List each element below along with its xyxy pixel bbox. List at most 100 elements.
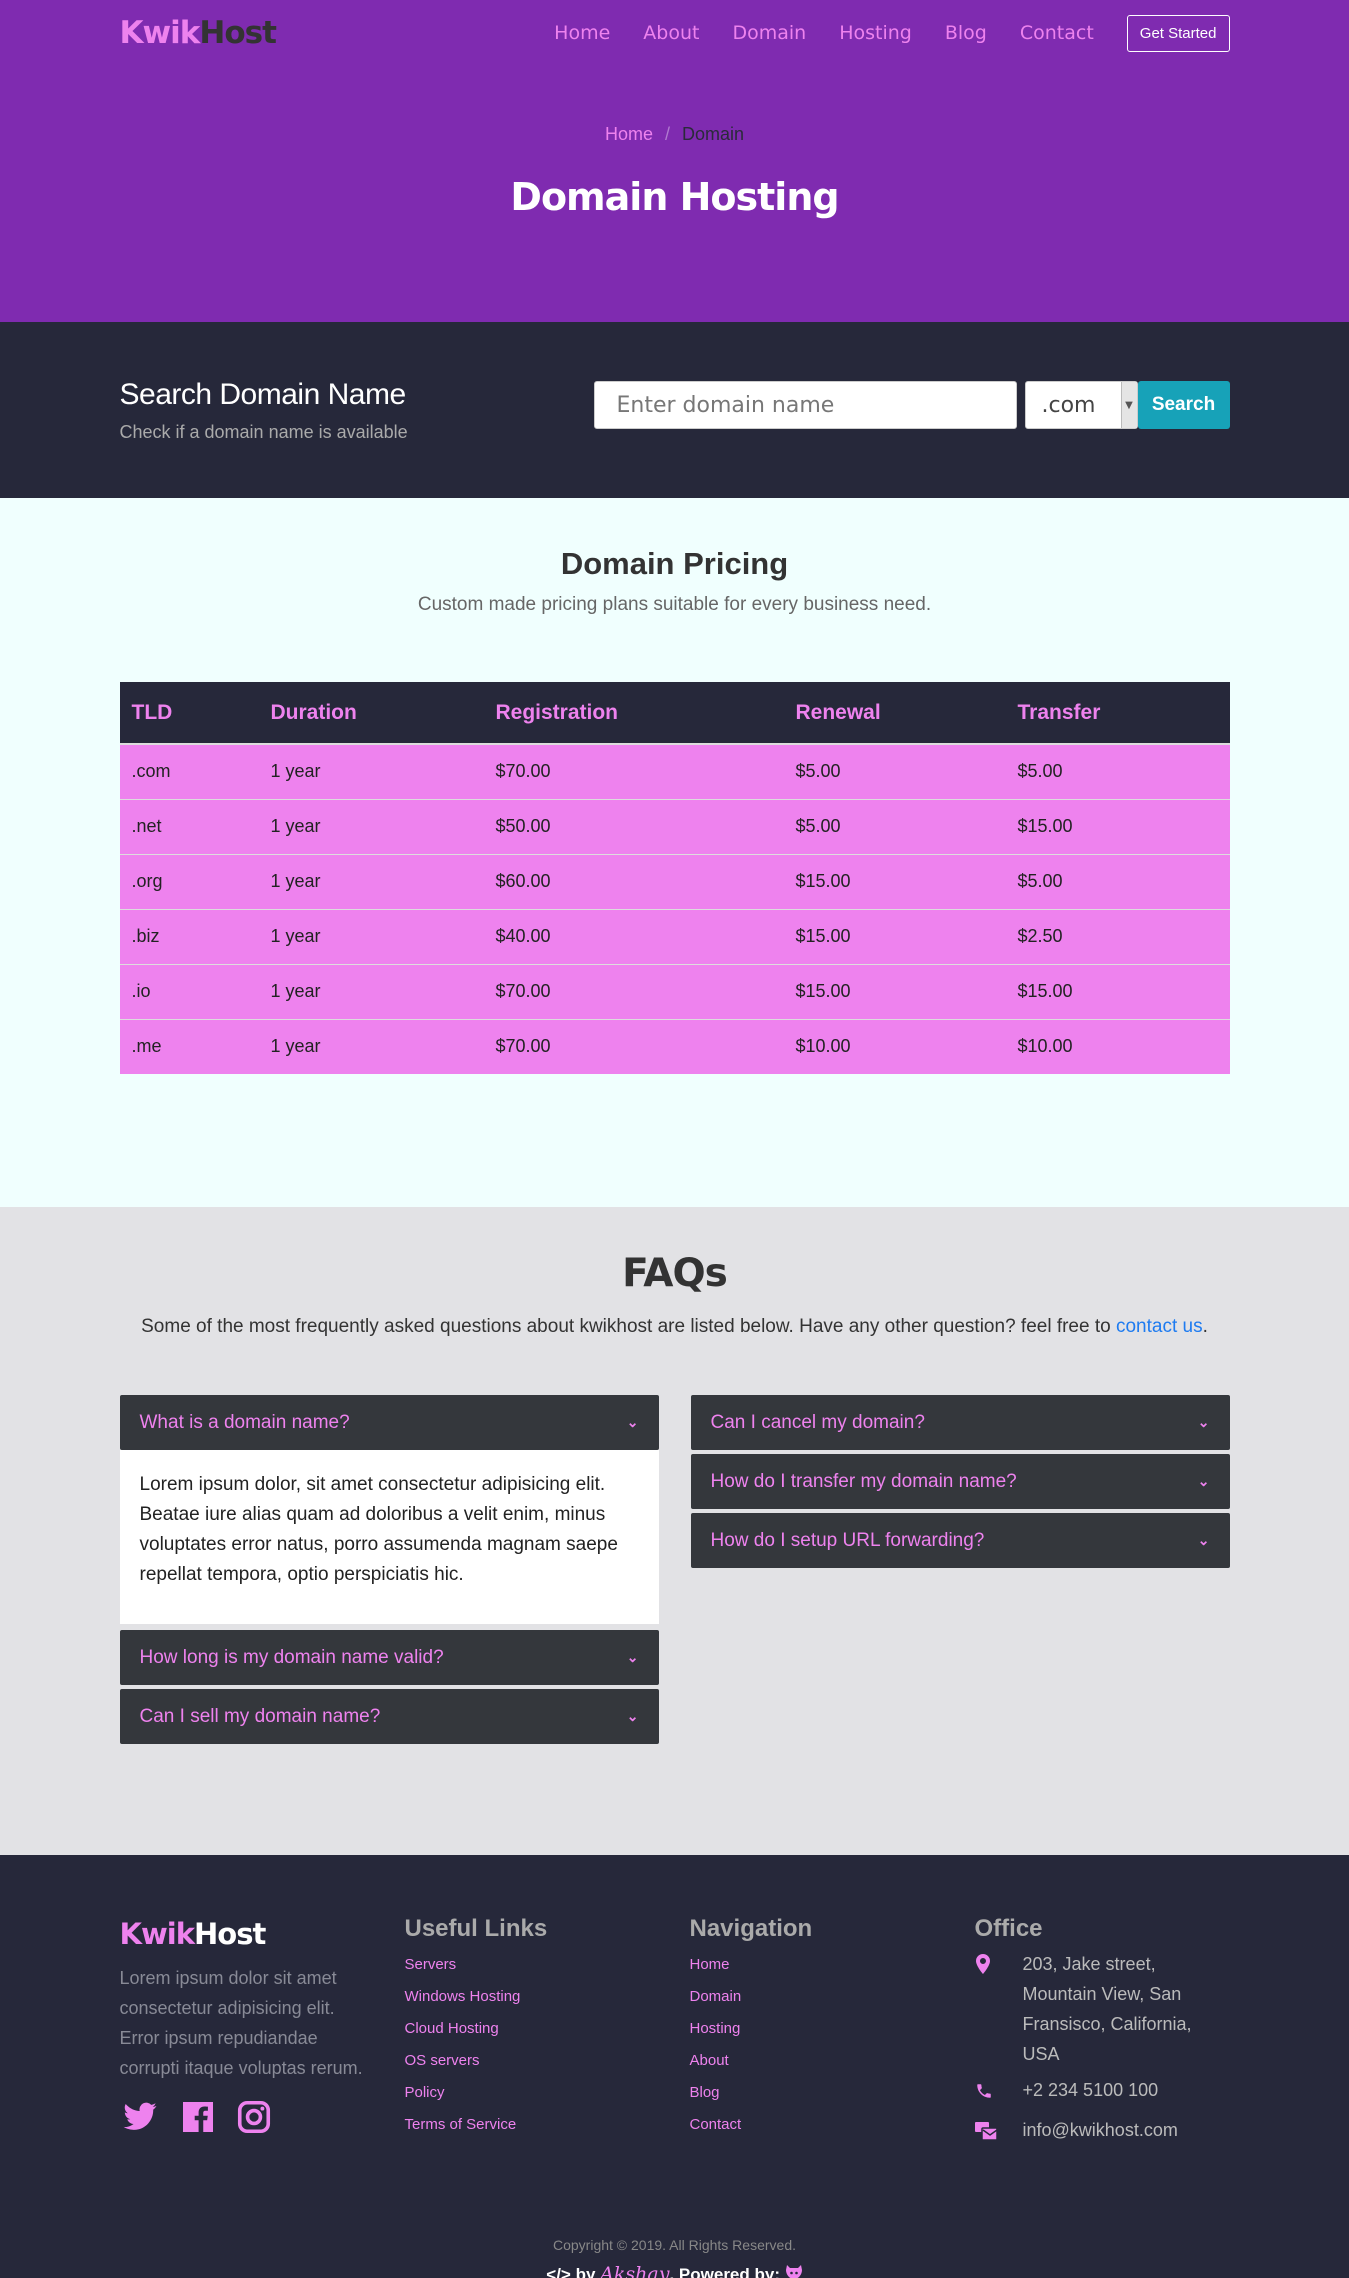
phone-icon bbox=[975, 2075, 1023, 2109]
cell-transfer: $10.00 bbox=[1005, 1018, 1230, 1074]
footer-brand-part2: Host bbox=[194, 1917, 266, 1951]
pricing-section: Domain Pricing Custom made pricing plans… bbox=[0, 498, 1349, 1207]
office-address: 203, Jake street, Mountain View, San Fra… bbox=[975, 1949, 1230, 2069]
column-header-renewal: Renewal bbox=[783, 682, 1006, 745]
faq-question[interactable]: What is a domain name? ⌄ bbox=[119, 1395, 659, 1450]
cell-registration: $70.00 bbox=[483, 743, 784, 799]
footer: KwikHost Lorem ipsum dolor sit amet cons… bbox=[0, 1855, 1349, 2278]
footer-navigation-column: Navigation Home Domain Hosting About Blo… bbox=[690, 1915, 975, 2149]
office-phone: +2 234 5100 100 bbox=[975, 2075, 1230, 2109]
faq-title: FAQs bbox=[622, 1251, 728, 1296]
get-started-button[interactable]: Get Started bbox=[1126, 14, 1230, 52]
footer-navigation-list: Home Domain Hosting About Blog Contact bbox=[690, 1949, 975, 2141]
search-title: Search Domain Name bbox=[119, 377, 407, 411]
cell-renewal: $10.00 bbox=[783, 1018, 1006, 1074]
cell-registration: $70.00 bbox=[483, 963, 784, 1019]
twitter-icon[interactable] bbox=[120, 2099, 160, 2140]
domain-search-section: Search Domain Name Check if a domain nam… bbox=[0, 322, 1349, 498]
faq-question[interactable]: How do I setup URL forwarding? ⌄ bbox=[690, 1513, 1230, 1568]
faq-answer: Lorem ipsum dolor, sit amet consectetur … bbox=[119, 1450, 659, 1624]
faq-question[interactable]: How long is my domain name valid? ⌄ bbox=[119, 1630, 659, 1685]
chevron-down-icon: ⌄ bbox=[1197, 1414, 1210, 1430]
footer-nav-contact[interactable]: Contact bbox=[690, 2109, 975, 2141]
table-row: .org 1 year $60.00 $15.00 $5.00 bbox=[119, 853, 1230, 909]
cell-duration: 1 year bbox=[258, 908, 484, 964]
table-row: .biz 1 year $40.00 $15.00 $2.50 bbox=[119, 908, 1230, 964]
breadcrumb-current: Domain bbox=[682, 124, 745, 144]
credit-by: by bbox=[575, 2265, 596, 2278]
faq-question[interactable]: How do I transfer my domain name? ⌄ bbox=[690, 1454, 1230, 1509]
chevron-down-icon: ⌄ bbox=[1197, 1532, 1210, 1548]
faq-question-text: How do I transfer my domain name? bbox=[710, 1470, 1017, 1492]
office-phone-text[interactable]: +2 234 5100 100 bbox=[1023, 2075, 1159, 2109]
navigation-heading: Navigation bbox=[689, 1915, 813, 1942]
cell-tld: .net bbox=[119, 798, 259, 854]
nav-about[interactable]: About bbox=[643, 22, 699, 44]
github-icon[interactable] bbox=[785, 2265, 803, 2278]
cell-duration: 1 year bbox=[258, 1018, 484, 1074]
facebook-icon[interactable] bbox=[180, 2099, 216, 2140]
footer-link-os-servers[interactable]: OS servers bbox=[405, 2045, 690, 2077]
cell-registration: $70.00 bbox=[483, 1018, 784, 1074]
chevron-down-icon: ⌄ bbox=[626, 1649, 639, 1665]
nav-domain[interactable]: Domain bbox=[732, 22, 806, 44]
domain-name-input[interactable]: Enter domain name bbox=[593, 381, 1017, 429]
column-header-registration: Registration bbox=[483, 682, 784, 745]
footer-office-column: Office 203, Jake street, Mountain View, … bbox=[974, 1915, 1230, 2149]
office-email-text[interactable]: info@kwikhost.com bbox=[1023, 2115, 1178, 2149]
footer-link-cloud-hosting[interactable]: Cloud Hosting bbox=[405, 2013, 690, 2045]
cell-transfer: $2.50 bbox=[1005, 908, 1230, 964]
faq-subtitle-period: . bbox=[1202, 1316, 1208, 1337]
chevron-down-icon[interactable]: ▼ bbox=[1120, 382, 1137, 428]
tld-select[interactable]: .com ▼ bbox=[1024, 381, 1138, 429]
footer-nav-home[interactable]: Home bbox=[690, 1949, 975, 1981]
mail-bulk-icon bbox=[974, 2115, 1023, 2149]
column-header-tld: TLD bbox=[119, 682, 259, 745]
footer-link-windows-hosting[interactable]: Windows Hosting bbox=[405, 1981, 690, 2013]
instagram-icon[interactable] bbox=[236, 2099, 272, 2140]
cell-duration: 1 year bbox=[258, 798, 484, 854]
chevron-down-icon: ⌄ bbox=[1197, 1473, 1210, 1489]
faq-question[interactable]: Can I sell my domain name? ⌄ bbox=[119, 1689, 659, 1744]
nav-blog[interactable]: Blog bbox=[945, 22, 987, 44]
footer-link-servers[interactable]: Servers bbox=[405, 1949, 690, 1981]
contact-us-link[interactable]: contact us bbox=[1116, 1316, 1203, 1337]
search-text: Search Domain Name Check if a domain nam… bbox=[120, 378, 408, 443]
office-address-text: 203, Jake street, Mountain View, San Fra… bbox=[1022, 1954, 1192, 2064]
cell-renewal: $15.00 bbox=[783, 908, 1006, 964]
social-links bbox=[120, 2099, 405, 2140]
footer-nav-about[interactable]: About bbox=[690, 2045, 975, 2077]
author-signature[interactable]: Akshay bbox=[600, 2263, 669, 2278]
credit-line: </> by Akshay. Powered by: bbox=[120, 2263, 1230, 2278]
faq-question[interactable]: Can I cancel my domain? ⌄ bbox=[690, 1395, 1230, 1450]
cell-renewal: $5.00 bbox=[783, 798, 1006, 854]
nav-home[interactable]: Home bbox=[554, 22, 610, 44]
footer-link-policy[interactable]: Policy bbox=[405, 2077, 690, 2109]
cell-tld: .me bbox=[119, 1018, 259, 1074]
footer-nav-hosting[interactable]: Hosting bbox=[690, 2013, 975, 2045]
breadcrumb: Home / Domain bbox=[120, 124, 1230, 145]
footer-nav-domain[interactable]: Domain bbox=[690, 1981, 975, 2013]
nav-hosting[interactable]: Hosting bbox=[839, 22, 912, 44]
nav-contact[interactable]: Contact bbox=[1020, 22, 1094, 44]
code-icon: </> bbox=[546, 2265, 571, 2278]
breadcrumb-separator: / bbox=[664, 124, 670, 144]
footer-brand-logo[interactable]: KwikHost bbox=[120, 1917, 405, 1951]
cell-tld: .org bbox=[119, 853, 259, 909]
footer-link-terms[interactable]: Terms of Service bbox=[405, 2109, 690, 2141]
brand-logo[interactable]: KwikHost bbox=[120, 15, 277, 51]
cell-renewal: $15.00 bbox=[783, 853, 1006, 909]
table-row: .com 1 year $70.00 $5.00 $5.00 bbox=[119, 743, 1230, 799]
useful-links-list: Servers Windows Hosting Cloud Hosting OS… bbox=[405, 1949, 690, 2141]
footer-nav-blog[interactable]: Blog bbox=[690, 2077, 975, 2109]
breadcrumb-home[interactable]: Home bbox=[605, 124, 653, 144]
office-heading: Office bbox=[974, 1915, 1043, 1942]
search-button[interactable]: Search bbox=[1137, 381, 1230, 429]
pricing-table: TLD Duration Registration Renewal Transf… bbox=[119, 682, 1230, 1074]
copyright: Copyright © 2019. All Rights Reserved. bbox=[553, 2237, 796, 2253]
faq-question-text: Can I sell my domain name? bbox=[139, 1705, 381, 1727]
faq-section: FAQs Some of the most frequently asked q… bbox=[0, 1207, 1349, 1855]
cell-transfer: $15.00 bbox=[1005, 798, 1230, 854]
footer-columns: KwikHost Lorem ipsum dolor sit amet cons… bbox=[120, 1915, 1230, 2149]
faq-column-right: Can I cancel my domain? ⌄ How do I trans… bbox=[690, 1395, 1230, 1748]
